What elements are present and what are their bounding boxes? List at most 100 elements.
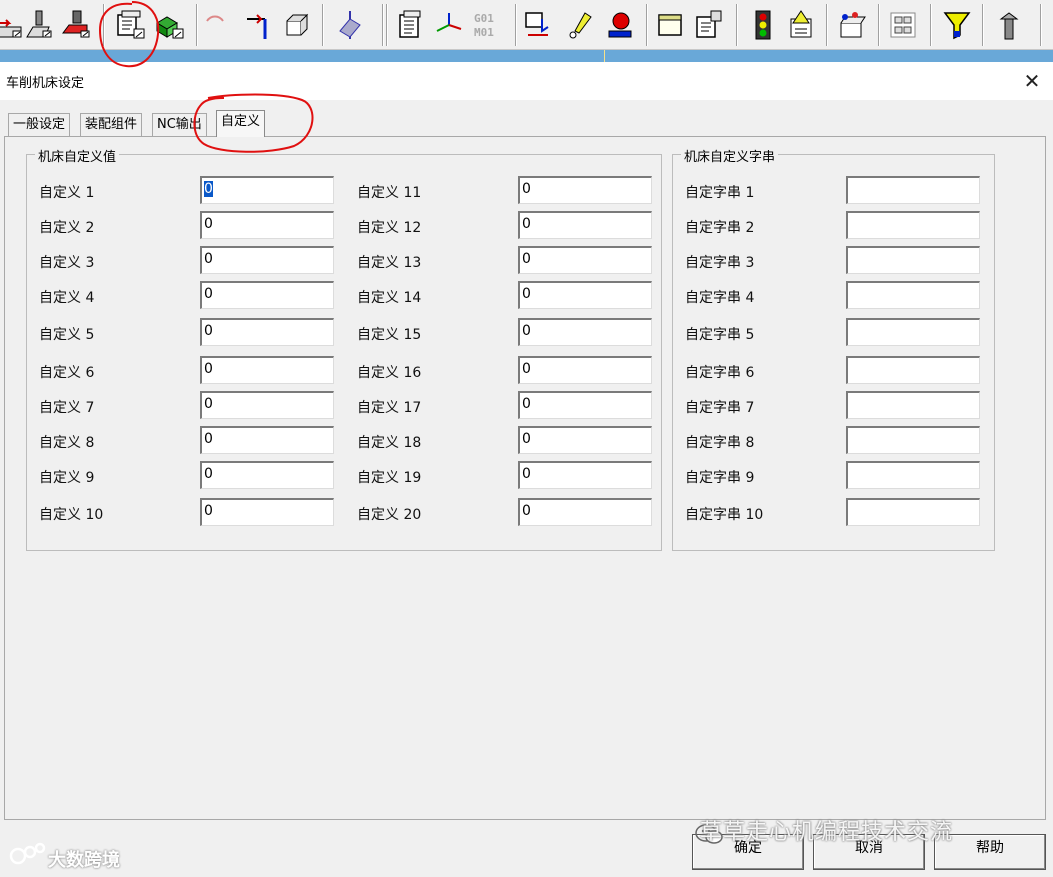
- axis-tool-icon[interactable]: [242, 6, 276, 44]
- green-component-icon[interactable]: [152, 6, 186, 44]
- g01-icon[interactable]: G01 M01: [471, 6, 505, 44]
- custom-string-2-input[interactable]: [846, 211, 980, 239]
- custom-value-17-label: 自定义 17: [357, 400, 422, 416]
- custom-value-13-label: 自定义 13: [357, 255, 422, 271]
- cube-icon[interactable]: [280, 6, 314, 44]
- custom-value-12-label: 自定义 12: [357, 220, 422, 236]
- machine-settings-icon[interactable]: [113, 6, 147, 44]
- custom-value-1-value: 0: [204, 181, 213, 197]
- main-toolbar: G01 M01: [0, 0, 1053, 50]
- machine-setup-icon[interactable]: [22, 6, 56, 44]
- custom-string-1-input[interactable]: [846, 176, 980, 204]
- custom-string-9-label: 自定字串 9: [685, 470, 755, 486]
- custom-value-9-label: 自定义 9: [39, 470, 95, 486]
- document-icon[interactable]: [394, 6, 428, 44]
- custom-value-8-input[interactable]: 0: [200, 426, 334, 454]
- tab-assembly[interactable]: 装配组件: [80, 113, 143, 136]
- custom-value-8-label: 自定义 8: [39, 435, 95, 451]
- custom-value-12-value: 0: [522, 216, 531, 232]
- custom-value-6-label: 自定义 6: [39, 365, 95, 381]
- red-stop-icon[interactable]: [602, 6, 636, 44]
- custom-string-5-input[interactable]: [846, 318, 980, 346]
- window-icon[interactable]: [654, 6, 688, 44]
- custom-value-4-label: 自定义 4: [39, 290, 95, 306]
- custom-value-15-value: 0: [522, 323, 531, 339]
- custom-value-19-value: 0: [522, 466, 531, 482]
- custom-value-3-input[interactable]: 0: [200, 246, 334, 274]
- custom-value-19-input[interactable]: 0: [518, 461, 652, 489]
- cad-icon[interactable]: [834, 6, 868, 44]
- custom-value-11-label: 自定义 11: [357, 185, 422, 201]
- custom-value-17-value: 0: [522, 396, 531, 412]
- custom-value-11-value: 0: [522, 181, 531, 197]
- custom-string-10-input[interactable]: [846, 498, 980, 526]
- tool-holder-icon[interactable]: [992, 6, 1026, 44]
- watermark-right: 草草走心机编程技术交流: [700, 820, 954, 845]
- custom-value-20-value: 0: [522, 503, 531, 519]
- lathe-red-icon[interactable]: [60, 6, 94, 44]
- close-icon[interactable]: ✕: [1019, 68, 1045, 94]
- dialog-title: 车削机床设定: [6, 76, 85, 91]
- lathe-settings-dialog: 车削机床设定 ✕ 一般设定 装配组件 NC输出 自定义 机床自定义值 机床自定义…: [0, 62, 1053, 877]
- custom-value-2-input[interactable]: 0: [200, 211, 334, 239]
- custom-value-20-label: 自定义 20: [357, 507, 422, 523]
- custom-value-4-input[interactable]: 0: [200, 281, 334, 309]
- custom-value-9-value: 0: [204, 466, 213, 482]
- custom-string-7-input[interactable]: [846, 391, 980, 419]
- custom-string-6-label: 自定字串 6: [685, 365, 755, 381]
- custom-value-14-label: 自定义 14: [357, 290, 422, 306]
- custom-value-11-input[interactable]: 0: [518, 176, 652, 204]
- custom-value-1-label: 自定义 1: [39, 185, 95, 201]
- custom-value-1-input[interactable]: 0: [200, 176, 334, 204]
- custom-value-13-input[interactable]: 0: [518, 246, 652, 274]
- nc-output-icon[interactable]: [523, 6, 557, 44]
- custom-value-7-input[interactable]: 0: [200, 391, 334, 419]
- custom-value-19-label: 自定义 19: [357, 470, 422, 486]
- custom-string-4-label: 自定字串 4: [685, 290, 755, 306]
- warning-doc-icon[interactable]: [784, 6, 818, 44]
- toolbar-strip: [0, 50, 1053, 62]
- arc-icon[interactable]: [200, 6, 234, 44]
- custom-value-7-label: 自定义 7: [39, 400, 95, 416]
- custom-value-20-input[interactable]: 0: [518, 498, 652, 526]
- custom-value-2-value: 0: [204, 216, 213, 232]
- custom-string-8-input[interactable]: [846, 426, 980, 454]
- layout-icon[interactable]: [886, 6, 920, 44]
- custom-value-14-input[interactable]: 0: [518, 281, 652, 309]
- custom-value-17-input[interactable]: 0: [518, 391, 652, 419]
- tab-custom[interactable]: 自定义: [216, 110, 266, 137]
- custom-value-5-label: 自定义 5: [39, 327, 95, 343]
- custom-string-6-input[interactable]: [846, 356, 980, 384]
- custom-value-9-input[interactable]: 0: [200, 461, 334, 489]
- custom-value-12-input[interactable]: 0: [518, 211, 652, 239]
- svg-text:M01: M01: [474, 26, 494, 39]
- dialog-titlebar[interactable]: 车削机床设定 ✕: [0, 62, 1053, 100]
- xyz-axes-icon[interactable]: [432, 6, 466, 44]
- custom-string-4-input[interactable]: [846, 281, 980, 309]
- custom-value-10-label: 自定义 10: [39, 507, 104, 523]
- custom-value-16-input[interactable]: 0: [518, 356, 652, 384]
- settings-doc-icon[interactable]: [692, 6, 726, 44]
- custom-string-3-input[interactable]: [846, 246, 980, 274]
- custom-value-15-input[interactable]: 0: [518, 318, 652, 346]
- tab-nc-output[interactable]: NC输出: [152, 113, 207, 136]
- custom-string-9-input[interactable]: [846, 461, 980, 489]
- custom-value-18-label: 自定义 18: [357, 435, 422, 451]
- custom-value-18-input[interactable]: 0: [518, 426, 652, 454]
- funnel-icon[interactable]: [940, 6, 974, 44]
- custom-value-6-input[interactable]: 0: [200, 356, 334, 384]
- custom-string-2-label: 自定字串 2: [685, 220, 755, 236]
- group-title-strings: 机床自定义字串: [681, 146, 779, 165]
- custom-string-7-label: 自定字串 7: [685, 400, 755, 416]
- probe-icon[interactable]: [564, 6, 598, 44]
- plane-icon[interactable]: [333, 6, 367, 44]
- tab-general[interactable]: 一般设定: [8, 113, 71, 136]
- custom-value-13-value: 0: [522, 251, 531, 267]
- toolbar-strip-marker: [604, 50, 605, 62]
- traffic-light-icon[interactable]: [746, 6, 780, 44]
- custom-string-8-label: 自定字串 8: [685, 435, 755, 451]
- custom-string-3-label: 自定字串 3: [685, 255, 755, 271]
- custom-value-15-label: 自定义 15: [357, 327, 422, 343]
- custom-value-5-input[interactable]: 0: [200, 318, 334, 346]
- custom-value-10-input[interactable]: 0: [200, 498, 334, 526]
